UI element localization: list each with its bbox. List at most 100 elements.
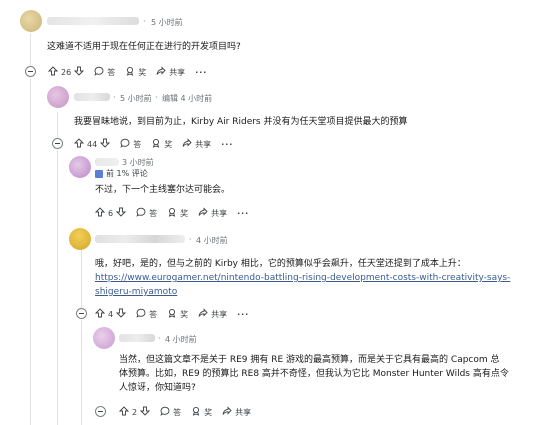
vote-count: 26 [61,67,72,77]
comment-time[interactable]: 5 小时前 [120,93,152,104]
share-icon [222,406,232,418]
separator: · [113,93,116,102]
upvote-icon[interactable] [94,207,106,219]
award-button[interactable]: 奖 [167,207,188,219]
share-button[interactable]: 共享 [182,138,211,150]
collapse-toggle[interactable] [52,138,63,149]
reply-button[interactable]: 答 [94,66,115,78]
vote-count: 44 [87,139,98,149]
share-label: 共享 [195,139,212,149]
badge-label: 前 1% 评论 [106,169,148,178]
vote-group: 44 [73,138,111,150]
award-button[interactable]: 奖 [151,138,172,150]
avatar[interactable] [47,86,69,108]
share-icon [198,207,208,219]
comment-body: 我要冒昧地说，到目前为止，Kirby Air Riders 并没有为任天堂项目提… [74,117,408,127]
reply-button[interactable]: 答 [136,308,157,320]
comment-time[interactable]: 5 小时前 [151,17,183,28]
username-redacted[interactable] [95,235,185,243]
article-link[interactable]: https://www.eurogamer.net/nintendo-battl… [95,271,510,285]
avatar[interactable] [20,10,42,32]
thread-line [30,34,31,69]
reply-button[interactable]: 答 [160,406,181,418]
comment-time[interactable]: 3 小时前 [122,157,154,168]
comment-actions: 2 答 奖 共享 [118,405,261,419]
comment-bubble-icon [136,207,146,219]
avatar[interactable] [93,327,115,349]
comment-body: 这难道不适用于现在任何正在进行的开发项目吗? [47,42,241,52]
more-options-button[interactable]: ··· [237,209,249,218]
downvote-icon[interactable] [140,406,151,418]
username-redacted[interactable] [74,93,110,101]
badge-icon [95,169,103,178]
downvote-icon[interactable] [116,308,127,320]
comment-body-line3: 人惊讶，你知道吗? [119,383,196,393]
thread-line [81,320,82,425]
separator: · [143,17,146,26]
separator: · [189,235,192,244]
award-label: 奖 [180,309,189,319]
reply-button[interactable]: 答 [136,207,157,219]
share-icon [198,308,208,320]
reply-label: 答 [149,309,158,319]
comment-actions: 26 答 奖 共享 ··· [47,65,207,79]
comment-body: 哦，好吧，是的，但与之前的 Kirby 相比，它的预算似乎会飙升，任天堂还提到了… [95,259,466,269]
share-button[interactable]: 共享 [198,207,227,219]
share-button[interactable]: 共享 [156,66,185,78]
username-redacted[interactable] [119,334,155,342]
award-button[interactable]: 奖 [167,308,188,320]
share-icon [182,138,192,150]
username-redacted[interactable] [95,158,119,166]
more-options-button[interactable]: ··· [237,310,249,319]
share-button[interactable]: 共享 [222,406,251,418]
upvote-icon[interactable] [118,406,130,418]
comment-actions: 44 答 奖 共享 ··· [73,137,233,151]
award-button[interactable]: 奖 [191,406,212,418]
reply-button[interactable]: 答 [120,138,141,150]
avatar[interactable] [69,228,91,250]
comment-actions: 4 答 奖 共享 ··· [94,307,249,321]
vote-count: 2 [132,407,138,417]
collapse-toggle[interactable] [76,308,87,319]
upvote-icon[interactable] [47,66,59,78]
downvote-icon[interactable] [116,207,127,219]
award-icon [151,138,161,150]
downvote-icon[interactable] [74,66,85,78]
share-label: 共享 [235,407,252,417]
award-button[interactable]: 奖 [125,66,146,78]
comment-time[interactable]: 4 小时前 [165,334,197,345]
avatar[interactable] [69,156,91,178]
vote-group: 6 [94,207,127,219]
upvote-icon[interactable] [73,138,85,150]
share-label: 共享 [211,309,228,319]
award-label: 奖 [180,208,189,218]
award-icon [191,406,201,418]
username-redacted[interactable] [47,17,139,25]
more-options-button[interactable]: ··· [221,140,233,149]
separator: · [155,93,158,102]
collapse-toggle[interactable] [95,406,106,417]
award-icon [167,308,177,320]
collapse-toggle[interactable] [25,66,36,77]
vote-group: 4 [94,308,127,320]
upvote-icon[interactable] [94,308,106,320]
more-options-button[interactable]: ··· [195,68,207,77]
share-icon [156,66,166,78]
comment-bubble-icon [94,66,104,78]
comment-bubble-icon [120,138,130,150]
share-label: 共享 [211,208,228,218]
reply-label: 答 [107,67,116,77]
share-label: 共享 [169,67,186,77]
thread-line [81,248,82,308]
vote-count: 4 [108,309,114,319]
comment-body-line2: 体预算。比如，RE9 的预算比 RE8 高并不奇怪，但我认为它比 Monster… [119,369,509,379]
vote-group: 26 [47,66,85,78]
comment-time[interactable]: 4 小时前 [196,235,228,246]
vote-count: 6 [108,208,114,218]
article-link-continued[interactable]: shigeru-miyamoto [95,285,177,299]
downvote-icon[interactable] [100,138,111,150]
share-button[interactable]: 共享 [198,308,227,320]
comment-bubble-icon [160,406,170,418]
vote-group: 2 [118,406,151,418]
reply-label: 答 [173,407,182,417]
